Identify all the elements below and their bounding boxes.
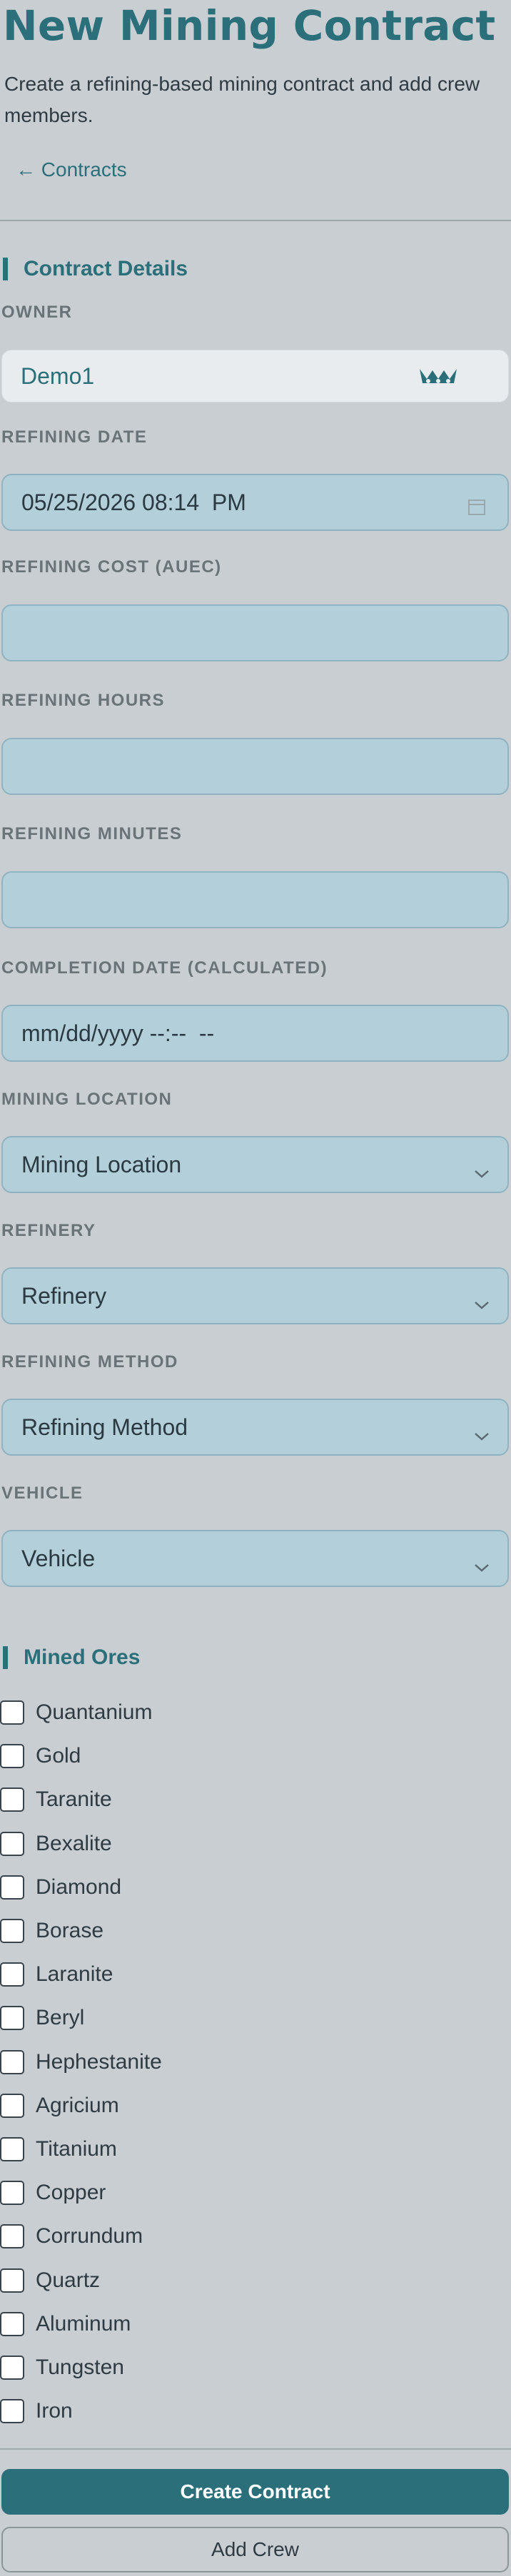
- ore-checkbox[interactable]: [0, 2094, 24, 2118]
- ore-label: Diamond: [36, 1875, 122, 1899]
- ore-label: Copper: [36, 2181, 106, 2204]
- ore-checkbox[interactable]: [0, 2312, 24, 2336]
- mining-location-label: MINING LOCATION: [1, 1090, 173, 1109]
- ore-checkbox[interactable]: [0, 2181, 24, 2205]
- create-contract-button[interactable]: Create Contract: [1, 2469, 509, 2515]
- refining-hours-label: REFINING HOURS: [1, 691, 166, 710]
- ore-checkbox-row[interactable]: Iron: [0, 2398, 73, 2424]
- refining-minutes-input[interactable]: [1, 871, 509, 928]
- ore-checkbox[interactable]: [0, 2356, 24, 2380]
- owner-label: OWNER: [1, 303, 73, 322]
- section-heading-contract-details: Contract Details: [3, 258, 188, 280]
- divider: [0, 2448, 511, 2450]
- ore-checkbox[interactable]: [0, 2224, 24, 2248]
- ore-label: Agricium: [36, 2094, 119, 2117]
- refining-date-input[interactable]: 05/25/2026 08:14 PM: [1, 474, 509, 531]
- ore-label: Bexalite: [36, 1832, 112, 1855]
- vehicle-select[interactable]: Vehicle: [1, 1530, 509, 1587]
- chevron-down-icon: [473, 1290, 490, 1317]
- ore-label: Beryl: [36, 2006, 85, 2029]
- ore-label: Tungsten: [36, 2356, 124, 2379]
- ore-checkbox-row[interactable]: Hephestanite: [0, 2049, 162, 2075]
- ore-checkbox[interactable]: [0, 2268, 24, 2293]
- page-title: New Mining Contract: [3, 1, 496, 50]
- ore-label: Quantanium: [36, 1700, 153, 1724]
- refinery-selected: Refinery: [21, 1282, 107, 1309]
- back-to-contracts-link[interactable]: ← Contracts: [16, 158, 127, 181]
- page: New Mining Contract Create a refining-ba…: [0, 0, 511, 2576]
- refining-cost-label: REFINING COST (AUEC): [1, 557, 222, 577]
- ore-label: Taranite: [36, 1788, 112, 1811]
- ore-checkbox-row[interactable]: Gold: [0, 1743, 81, 1769]
- ore-label: Aluminum: [36, 2312, 131, 2336]
- owner-field: Demo1: [1, 350, 509, 402]
- ore-checkbox-row[interactable]: Borase: [0, 1918, 103, 1944]
- ore-checkbox-row[interactable]: Diamond: [0, 1875, 121, 1900]
- ore-checkbox[interactable]: [0, 2006, 24, 2030]
- add-crew-button[interactable]: Add Crew: [1, 2527, 509, 2572]
- refining-method-select[interactable]: Refining Method: [1, 1399, 509, 1456]
- ore-checkbox-row[interactable]: Aluminum: [0, 2311, 131, 2337]
- refining-method-selected: Refining Method: [21, 1414, 188, 1440]
- chevron-down-icon: [473, 1553, 490, 1579]
- refinery-label: REFINERY: [1, 1221, 96, 1240]
- ore-checkbox[interactable]: [0, 2399, 24, 2423]
- calendar-icon[interactable]: [467, 495, 486, 522]
- mining-location-selected: Mining Location: [21, 1151, 182, 1177]
- ore-checkbox[interactable]: [0, 1875, 24, 1900]
- ore-label: Quartz: [36, 2268, 101, 2292]
- ore-checkbox-row[interactable]: Corrundum: [0, 2223, 143, 2249]
- ore-checkbox[interactable]: [0, 1919, 24, 1943]
- crown-icon: [418, 366, 458, 393]
- ore-checkbox-row[interactable]: Quartz: [0, 2268, 100, 2293]
- refining-cost-input[interactable]: [1, 604, 509, 661]
- ore-label: Titanium: [36, 2137, 117, 2161]
- refining-date-label: REFINING DATE: [1, 427, 148, 447]
- ore-checkbox[interactable]: [0, 1744, 24, 1768]
- refining-method-label: REFINING METHOD: [1, 1352, 178, 1371]
- ore-checkbox[interactable]: [0, 1962, 24, 1987]
- refining-minutes-label: REFINING MINUTES: [1, 824, 183, 843]
- ore-checkbox-row[interactable]: Beryl: [0, 2005, 84, 2031]
- ore-checkbox-row[interactable]: Tungsten: [0, 2355, 124, 2380]
- completion-date-label: COMPLETION DATE (CALCULATED): [1, 958, 328, 978]
- refinery-select[interactable]: Refinery: [1, 1267, 509, 1324]
- ore-label: Corrundum: [36, 2224, 143, 2248]
- ore-label: Iron: [36, 2399, 73, 2423]
- completion-date-input[interactable]: mm/dd/yyyy --:-- --: [1, 1005, 509, 1062]
- ore-label: Borase: [36, 1919, 104, 1942]
- vehicle-label: VEHICLE: [1, 1484, 84, 1503]
- chevron-down-icon: [473, 1159, 490, 1185]
- divider: [0, 220, 511, 221]
- section-heading-mined-ores: Mined Ores: [3, 1646, 140, 1669]
- ore-checkbox-row[interactable]: Copper: [0, 2180, 106, 2206]
- ore-checkbox[interactable]: [0, 1700, 24, 1725]
- ore-checkbox[interactable]: [0, 1832, 24, 1856]
- refining-hours-input[interactable]: [1, 738, 509, 795]
- ore-checkbox-row[interactable]: Laranite: [0, 1962, 113, 1987]
- page-subtitle: Create a refining-based mining contract …: [4, 73, 480, 126]
- ore-label: Gold: [36, 1744, 81, 1768]
- ore-checkbox[interactable]: [0, 2137, 24, 2161]
- ore-checkbox-row[interactable]: Titanium: [0, 2136, 117, 2162]
- vehicle-selected: Vehicle: [21, 1545, 96, 1571]
- ore-checkbox[interactable]: [0, 2050, 24, 2074]
- ore-checkbox-row[interactable]: Bexalite: [0, 1831, 112, 1857]
- ore-checkbox[interactable]: [0, 1788, 24, 1812]
- mining-location-select[interactable]: Mining Location: [1, 1136, 509, 1193]
- ore-checkbox-row[interactable]: Quantanium: [0, 1700, 152, 1725]
- chevron-down-icon: [473, 1421, 490, 1448]
- refining-date-value: 05/25/2026 08:14 PM: [21, 489, 246, 515]
- completion-date-placeholder: mm/dd/yyyy --:-- --: [21, 1020, 215, 1046]
- ore-label: Hephestanite: [36, 2050, 162, 2074]
- ore-checkbox-row[interactable]: Agricium: [0, 2093, 119, 2119]
- owner-value: Demo1: [21, 362, 95, 389]
- ore-checkbox-row[interactable]: Taranite: [0, 1787, 112, 1812]
- ore-label: Laranite: [36, 1962, 113, 1986]
